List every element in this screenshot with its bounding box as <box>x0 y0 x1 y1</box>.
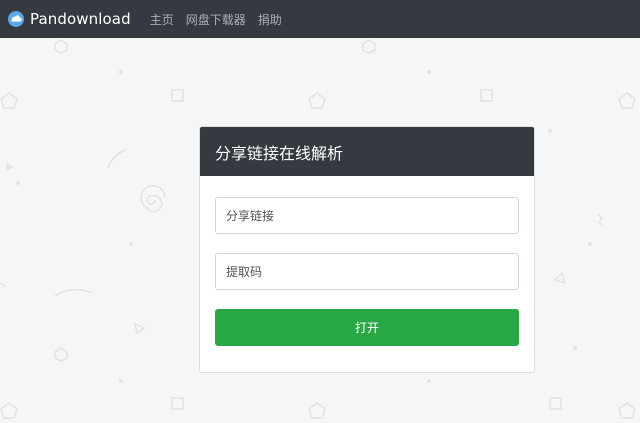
open-button[interactable]: 打开 <box>215 309 519 346</box>
nav-link-donate[interactable]: 捐助 <box>258 11 282 28</box>
card-title: 分享链接在线解析 <box>215 143 344 163</box>
pentagon-decoration <box>618 402 636 419</box>
hexagon-decoration <box>54 347 68 362</box>
extract-code-input[interactable] <box>215 253 519 290</box>
dot-decoration <box>548 129 552 133</box>
card-header: 分享链接在线解析 <box>200 127 534 176</box>
dot-decoration <box>427 70 431 74</box>
brand[interactable]: Pandownload <box>8 0 131 38</box>
square-decoration <box>480 89 493 102</box>
nav-link-home[interactable]: 主页 <box>150 11 174 28</box>
dot-decoration <box>119 379 123 383</box>
square-decoration <box>171 89 184 102</box>
zigzag-decoration <box>597 213 604 228</box>
nav-links: 主页 网盘下载器 捐助 <box>150 11 294 28</box>
dot-decoration <box>129 242 133 246</box>
dot-decoration <box>588 242 592 246</box>
pentagon-decoration <box>308 92 326 109</box>
pentagon-decoration <box>0 92 18 109</box>
spiral-decoration <box>140 184 166 213</box>
triangle-decoration <box>6 163 14 171</box>
nav-link-downloader[interactable]: 网盘下载器 <box>186 11 246 28</box>
triangle-decoration <box>133 322 146 335</box>
triangle-decoration <box>553 271 567 285</box>
share-link-input[interactable] <box>215 197 519 234</box>
share-link-parser-card: 分享链接在线解析 打开 <box>199 126 535 373</box>
line-decoration <box>0 282 7 288</box>
dot-decoration <box>427 379 431 383</box>
dot-decoration <box>119 70 123 74</box>
dot-decoration <box>573 346 577 350</box>
arc-decoration <box>54 288 93 297</box>
dot-decoration <box>16 181 20 185</box>
pentagon-decoration <box>308 402 326 419</box>
pentagon-decoration <box>618 92 636 109</box>
hexagon-decoration <box>362 39 376 54</box>
hexagon-decoration <box>54 39 68 54</box>
cloud-icon <box>8 11 24 27</box>
brand-name: Pandownload <box>30 10 131 28</box>
top-navbar: Pandownload 主页 网盘下载器 捐助 <box>0 0 640 38</box>
square-decoration <box>171 397 184 410</box>
arc-decoration <box>107 149 127 169</box>
square-decoration <box>549 397 562 410</box>
pentagon-decoration <box>0 402 18 419</box>
